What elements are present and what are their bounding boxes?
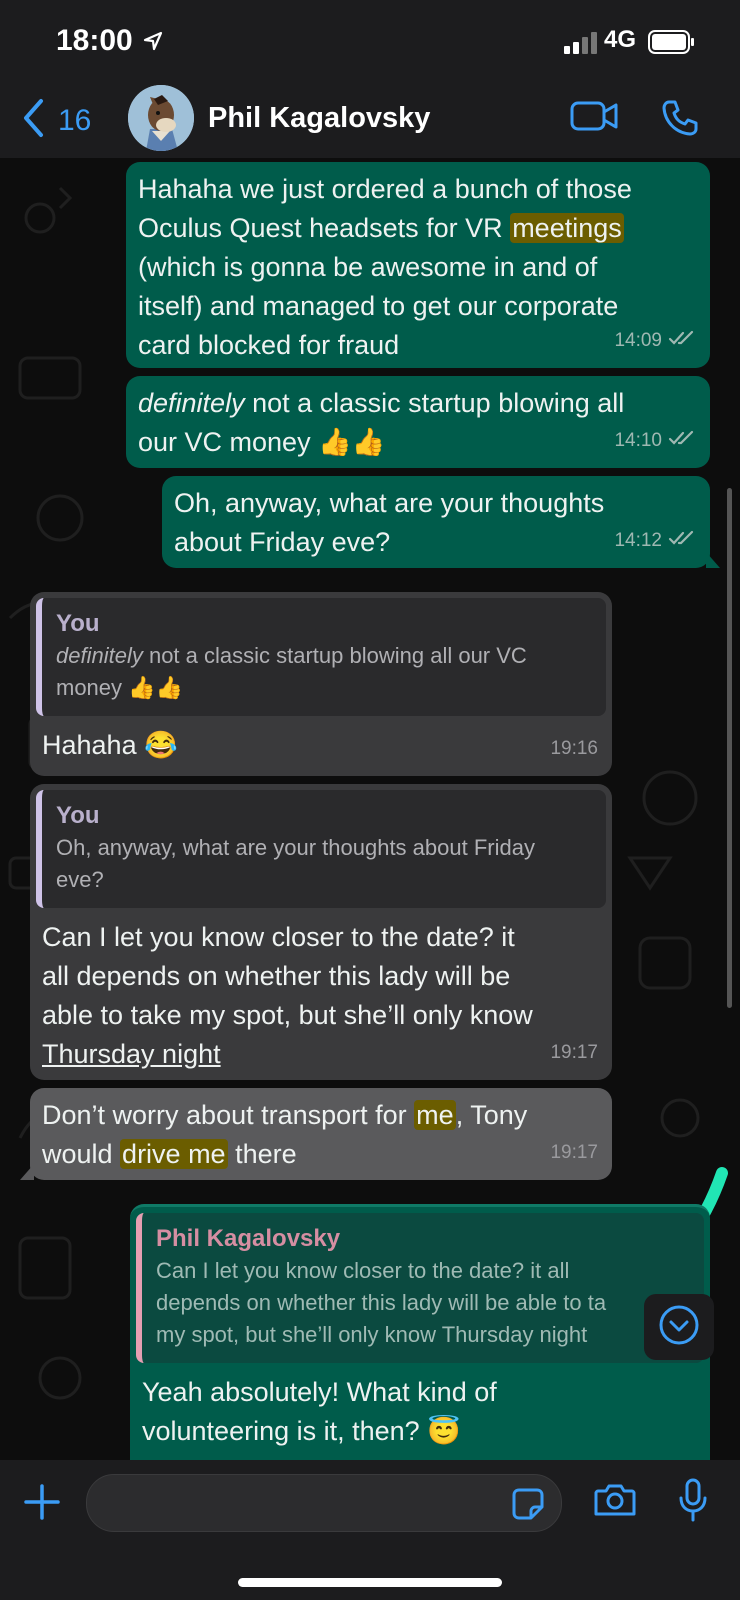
back-chevron-icon xyxy=(22,98,44,143)
status-time: 18:00 xyxy=(56,24,133,57)
quoted-author: Phil Kagalovsky xyxy=(156,1225,341,1252)
quoted-text: Oh, anyway, what are your thoughts about… xyxy=(56,835,535,892)
unread-count: 16 xyxy=(58,103,92,137)
message-meta: 19:17 xyxy=(550,1033,598,1072)
quoted-reply[interactable]: You Oh, anyway, what are your thoughts a… xyxy=(36,790,606,908)
message-meta: 14:12 xyxy=(614,521,696,560)
message-input-bar xyxy=(0,1460,740,1600)
double-check-icon xyxy=(668,521,696,560)
search-highlight: meetings xyxy=(510,213,624,243)
message-time: 14:10 xyxy=(614,430,662,451)
phone-icon[interactable] xyxy=(660,98,700,143)
whatsapp-chat-screen: 18:00 4G 16 Phil Kagalovsky Hahaha we ju… xyxy=(0,0,740,1600)
status-bar: 18:00 4G xyxy=(0,0,740,84)
search-highlight: drive me xyxy=(120,1139,228,1169)
quoted-reply[interactable]: Phil Kagalovsky Can I let you know close… xyxy=(136,1213,704,1363)
search-highlight: me xyxy=(414,1100,456,1130)
scroll-down-icon xyxy=(657,1303,701,1352)
signal-icon xyxy=(564,32,598,59)
back-button[interactable]: 16 xyxy=(22,98,91,143)
message-text-field[interactable] xyxy=(105,1485,489,1521)
message-meta: 14:10 xyxy=(614,421,696,460)
bubble-tail xyxy=(706,552,720,568)
scroll-down-button[interactable] xyxy=(644,1294,714,1360)
contact-name[interactable]: Phil Kagalovsky xyxy=(208,102,430,135)
quoted-author: You xyxy=(56,802,100,829)
message-time: 19:16 xyxy=(550,738,598,759)
video-call-icon[interactable] xyxy=(570,98,618,139)
message-bubble-outgoing[interactable]: Hahaha we just ordered a bunch of those … xyxy=(126,162,710,368)
message-time: 19:17 xyxy=(550,1042,598,1063)
message-time: 19:17 xyxy=(550,1142,598,1163)
scrollbar[interactable] xyxy=(727,488,732,1008)
battery-icon xyxy=(648,30,696,59)
avatar[interactable] xyxy=(128,85,194,151)
message-bubble-incoming[interactable]: You definitely not a classic startup blo… xyxy=(30,592,612,776)
sticker-icon[interactable] xyxy=(511,1487,545,1526)
quoted-text: Can I let you know closer to the date? i… xyxy=(156,1258,607,1347)
message-bubble-outgoing[interactable]: Oh, anyway, what are your thoughts about… xyxy=(162,476,720,568)
message-text: Don’t worry about transport for me, Tony… xyxy=(42,1100,528,1169)
message-input[interactable] xyxy=(86,1474,562,1532)
microphone-icon[interactable] xyxy=(678,1478,708,1527)
message-meta: 14:09 xyxy=(614,321,696,360)
chat-area[interactable]: Hahaha we just ordered a bunch of those … xyxy=(0,158,740,1460)
message-bubble-incoming[interactable]: You Oh, anyway, what are your thoughts a… xyxy=(30,784,612,1080)
message-time: 14:09 xyxy=(614,330,662,351)
quoted-author: You xyxy=(56,610,100,637)
double-check-icon xyxy=(668,421,696,460)
double-check-icon xyxy=(668,321,696,360)
message-text: Hahaha 😂 xyxy=(42,730,178,760)
quoted-reply[interactable]: You definitely not a classic startup blo… xyxy=(36,598,606,716)
network-type: 4G xyxy=(604,26,637,53)
message-meta: 19:17 xyxy=(550,1133,598,1172)
bubble-tail xyxy=(20,1164,34,1180)
message-bubble-outgoing[interactable]: definitely not a classic startup blowing… xyxy=(126,376,710,468)
message-bubble-incoming[interactable]: Don’t worry about transport for me, Tony… xyxy=(20,1088,612,1180)
plus-icon[interactable] xyxy=(22,1482,62,1527)
camera-icon[interactable] xyxy=(594,1482,636,1523)
message-meta: 19:16 xyxy=(550,729,598,768)
message-bubble-outgoing[interactable]: Phil Kagalovsky Can I let you know close… xyxy=(130,1204,710,1460)
chat-header: 16 Phil Kagalovsky xyxy=(0,84,740,159)
message-text: Can I let you know closer to the date? i… xyxy=(42,922,533,1069)
location-arrow-icon xyxy=(142,30,164,57)
home-indicator[interactable] xyxy=(238,1578,502,1587)
message-time: 14:12 xyxy=(614,530,662,551)
quoted-text: definitely not a classic startup blowing… xyxy=(56,643,527,700)
message-text: Yeah absolutely! What kind of volunteeri… xyxy=(142,1377,497,1446)
date-link[interactable]: Thursday night xyxy=(42,1039,221,1069)
